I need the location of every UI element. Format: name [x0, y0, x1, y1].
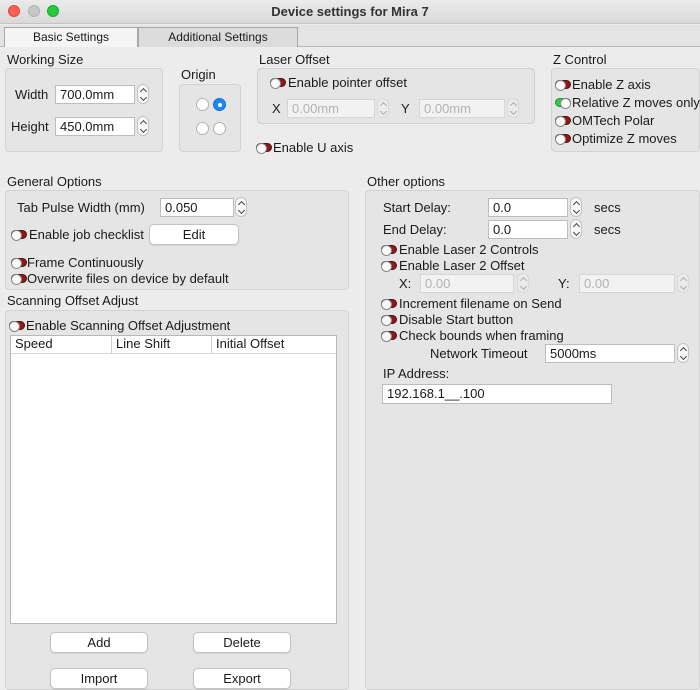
pointer-y-field[interactable]: 0.00mm: [419, 99, 505, 118]
check-bounds-label: Check bounds when framing: [399, 328, 564, 343]
origin-top-left-radio[interactable]: [196, 98, 209, 111]
import-button[interactable]: Import: [50, 668, 148, 689]
enable-laser2-controls-label: Enable Laser 2 Controls: [399, 242, 539, 257]
pointer-x-label: X: [272, 101, 281, 116]
origin-top-right-radio[interactable]: [213, 98, 226, 111]
frame-continuously-toggle[interactable]: [11, 258, 27, 269]
relative-z-moves-toggle[interactable]: [555, 98, 571, 109]
laser2-x-label: X:: [399, 276, 412, 291]
column-header-speed[interactable]: Speed: [11, 336, 112, 353]
tab-additional-settings[interactable]: Additional Settings: [138, 27, 298, 47]
height-label: Height: [11, 119, 49, 134]
end-delay-stepper[interactable]: [570, 219, 582, 239]
enable-u-axis-toggle[interactable]: [256, 143, 272, 154]
enable-laser2-controls-toggle[interactable]: [381, 245, 397, 256]
column-header-line-shift[interactable]: Line Shift: [112, 336, 212, 353]
disable-start-button-toggle[interactable]: [381, 315, 397, 326]
origin-bottom-right-radio[interactable]: [213, 122, 226, 135]
width-stepper[interactable]: [137, 84, 149, 104]
laser2-y-field[interactable]: 0.00: [579, 274, 675, 293]
tab-basic-settings[interactable]: Basic Settings: [4, 27, 138, 47]
laser2-y-stepper[interactable]: [677, 273, 689, 293]
omtech-polar-label: OMTech Polar: [572, 113, 655, 128]
relative-z-moves-label: Relative Z moves only: [572, 95, 700, 110]
tab-pulse-width-stepper[interactable]: [235, 197, 247, 217]
add-button[interactable]: Add: [50, 632, 148, 653]
height-field[interactable]: 450.0mm: [55, 117, 135, 136]
overwrite-files-label: Overwrite files on device by default: [27, 271, 229, 286]
origin-heading: Origin: [181, 67, 216, 82]
enable-pointer-offset-toggle[interactable]: [270, 78, 286, 89]
increment-filename-toggle[interactable]: [381, 299, 397, 310]
delete-button[interactable]: Delete: [193, 632, 291, 653]
laser2-x-stepper[interactable]: [517, 273, 529, 293]
enable-z-axis-label: Enable Z axis: [572, 77, 651, 92]
optimize-z-moves-toggle[interactable]: [555, 134, 571, 145]
origin-group: [179, 84, 241, 152]
general-options-heading: General Options: [7, 174, 102, 189]
start-delay-label: Start Delay:: [383, 200, 451, 215]
pointer-y-stepper[interactable]: [507, 98, 519, 118]
enable-z-axis-toggle[interactable]: [555, 80, 571, 91]
enable-scanning-offset-toggle[interactable]: [9, 321, 25, 332]
laser2-y-label: Y:: [558, 276, 570, 291]
network-timeout-field[interactable]: 5000ms: [545, 344, 675, 363]
other-options-heading: Other options: [367, 174, 446, 189]
width-label: Width: [15, 87, 49, 102]
start-delay-stepper[interactable]: [570, 197, 582, 217]
start-delay-secs-label: secs: [594, 200, 621, 215]
working-size-heading: Working Size: [7, 52, 84, 67]
column-header-initial-offset[interactable]: Initial Offset: [212, 336, 336, 353]
ip-address-label: IP Address:: [383, 366, 450, 381]
scanning-offset-table[interactable]: Speed Line Shift Initial Offset: [10, 335, 337, 624]
network-timeout-stepper[interactable]: [677, 343, 689, 363]
window-title: Device settings for Mira 7: [271, 4, 429, 19]
edit-checklist-button[interactable]: Edit: [149, 224, 239, 245]
check-bounds-toggle[interactable]: [381, 331, 397, 342]
end-delay-secs-label: secs: [594, 222, 621, 237]
laser2-x-field[interactable]: 0.00: [420, 274, 514, 293]
scanning-offset-heading: Scanning Offset Adjust: [7, 293, 139, 308]
disable-start-button-label: Disable Start button: [399, 312, 514, 327]
enable-laser2-offset-label: Enable Laser 2 Offset: [399, 258, 525, 273]
table-header-divider: [11, 353, 336, 354]
enable-scanning-offset-label: Enable Scanning Offset Adjustment: [26, 318, 231, 333]
width-field[interactable]: 700.0mm: [55, 85, 135, 104]
z-control-heading: Z Control: [553, 52, 607, 67]
overwrite-files-toggle[interactable]: [11, 274, 27, 285]
working-size-group: [5, 68, 163, 152]
ip-address-field[interactable]: 192.168.1__.100: [382, 384, 612, 404]
enable-job-checklist-label: Enable job checklist: [29, 227, 144, 242]
omtech-polar-toggle[interactable]: [555, 116, 571, 127]
pointer-y-label: Y: [401, 101, 410, 116]
enable-job-checklist-toggle[interactable]: [11, 230, 27, 241]
pointer-x-stepper[interactable]: [377, 98, 389, 118]
enable-laser2-offset-toggle[interactable]: [381, 261, 397, 272]
enable-u-axis-label: Enable U axis: [273, 140, 354, 155]
tab-pulse-width-field[interactable]: 0.050: [160, 198, 234, 217]
network-timeout-label: Network Timeout: [430, 346, 528, 361]
enable-pointer-offset-label: Enable pointer offset: [288, 75, 408, 90]
optimize-z-moves-label: Optimize Z moves: [572, 131, 677, 146]
tab-pulse-width-label: Tab Pulse Width (mm): [17, 200, 145, 215]
pointer-x-field[interactable]: 0.00mm: [287, 99, 375, 118]
origin-bottom-left-radio[interactable]: [196, 122, 209, 135]
increment-filename-label: Increment filename on Send: [399, 296, 562, 311]
export-button[interactable]: Export: [193, 668, 291, 689]
height-stepper[interactable]: [137, 116, 149, 136]
start-delay-field[interactable]: 0.0: [488, 198, 568, 217]
frame-continuously-label: Frame Continuously: [27, 255, 144, 270]
end-delay-label: End Delay:: [383, 222, 447, 237]
end-delay-field[interactable]: 0.0: [488, 220, 568, 239]
laser-offset-heading: Laser Offset: [259, 52, 330, 67]
